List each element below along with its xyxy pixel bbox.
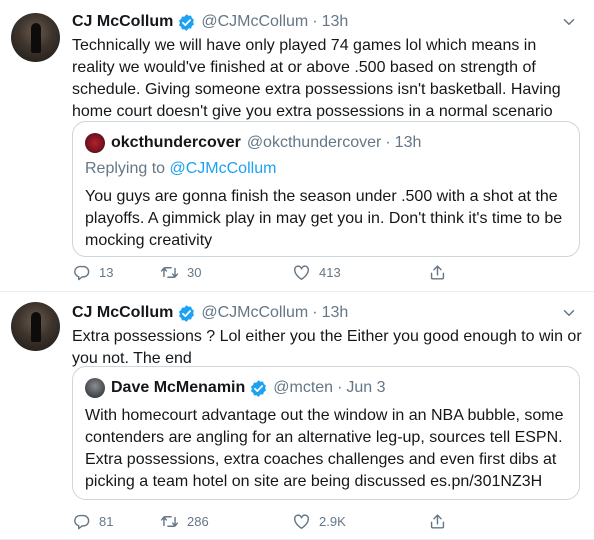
- reply-count: 81: [99, 513, 114, 529]
- quoted-timestamp: 13h: [394, 134, 422, 151]
- caret-down-icon[interactable]: [560, 304, 578, 322]
- separator-dot: ·: [312, 13, 318, 30]
- avatar[interactable]: [11, 13, 60, 62]
- author-handle[interactable]: @CJMcCollum: [201, 13, 308, 31]
- share-icon: [430, 264, 445, 280]
- reply-count: 13: [99, 264, 114, 280]
- retweet-icon: [160, 266, 179, 278]
- like-button[interactable]: 413: [292, 261, 428, 283]
- quoted-tweet-text: With homecourt advantage out the window …: [85, 407, 564, 490]
- reply-icon: [74, 514, 90, 529]
- verified-badge-icon: [251, 379, 267, 397]
- like-count: 413: [319, 264, 341, 280]
- author-name[interactable]: CJ McCollum: [72, 13, 173, 31]
- caret-down-icon[interactable]: [560, 13, 578, 31]
- like-icon: [294, 513, 309, 529]
- quoted-timestamp: Jun 3: [346, 379, 386, 396]
- tweet-actions: 81 286 2.9K: [72, 510, 502, 532]
- like-button[interactable]: 2.9K: [292, 510, 428, 532]
- reply-button[interactable]: 13: [72, 261, 160, 283]
- retweet-count: 30: [187, 264, 202, 280]
- quoted-author-handle: @okcthundercover: [246, 134, 382, 151]
- verified-badge-icon: [179, 304, 195, 322]
- reply-button[interactable]: 81: [72, 510, 160, 532]
- quoted-tweet-header: Dave McMenamin @mcten · Jun 3: [85, 377, 567, 399]
- reply-icon: [74, 265, 90, 280]
- timestamp[interactable]: 13h: [322, 13, 349, 31]
- retweet-button[interactable]: 286: [160, 510, 292, 532]
- verified-badge-icon: [179, 13, 195, 31]
- replying-to-label: Replying to: [85, 160, 166, 177]
- replying-to-mention[interactable]: @CJMcCollum: [170, 160, 277, 177]
- quoted-tweet-text: You guys are gonna finish the season und…: [85, 188, 563, 249]
- retweet-icon: [160, 515, 179, 527]
- separator-dot: ·: [337, 379, 343, 396]
- like-icon: [294, 264, 309, 280]
- tweet-header: CJ McCollum @CJMcCollum · 13h: [72, 302, 582, 324]
- separator-dot: ·: [312, 304, 318, 321]
- share-icon: [430, 513, 445, 529]
- share-button[interactable]: [428, 261, 468, 283]
- share-button[interactable]: [428, 510, 468, 532]
- like-count: 2.9K: [319, 513, 346, 529]
- tweet-text: Extra possessions ? Lol either you the E…: [72, 328, 582, 367]
- tweet[interactable]: CJ McCollum @CJMcCollum · 13h Technicall…: [0, 0, 594, 292]
- separator-dot: ·: [385, 134, 391, 151]
- replying-to: Replying to @CJMcCollum: [85, 158, 567, 180]
- quoted-avatar: [85, 133, 105, 153]
- quoted-avatar: [85, 378, 105, 398]
- retweet-count: 286: [187, 513, 209, 529]
- timestamp[interactable]: 13h: [322, 304, 349, 322]
- avatar[interactable]: [11, 302, 60, 351]
- author-name[interactable]: CJ McCollum: [72, 304, 173, 322]
- tweet-header: CJ McCollum @CJMcCollum · 13h: [72, 11, 582, 33]
- quoted-tweet[interactable]: Dave McMenamin @mcten · Jun 3 With homec…: [72, 366, 580, 500]
- quoted-author-handle: @mcten: [273, 379, 334, 396]
- quoted-tweet-header: okcthundercover @okcthundercover · 13h: [85, 132, 567, 154]
- tweet-text: Technically we will have only played 74 …: [72, 37, 561, 120]
- tweet[interactable]: CJ McCollum @CJMcCollum · 13h Extra poss…: [0, 292, 594, 540]
- quoted-author-name: Dave McMenamin: [111, 379, 246, 396]
- quoted-author-name: okcthundercover: [111, 134, 241, 151]
- tweet-actions: 13 30 413: [72, 261, 502, 283]
- quoted-tweet[interactable]: okcthundercover @okcthundercover · 13h R…: [72, 121, 580, 257]
- author-handle[interactable]: @CJMcCollum: [201, 304, 308, 322]
- retweet-button[interactable]: 30: [160, 261, 292, 283]
